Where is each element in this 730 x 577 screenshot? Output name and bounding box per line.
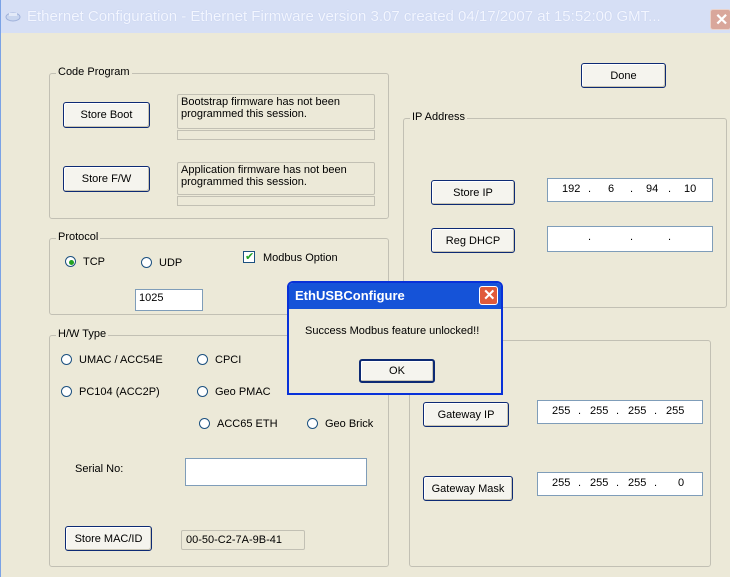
tcp-label: TCP <box>83 256 105 268</box>
hw-option-acc65-label: ACC65 ETH <box>217 418 278 430</box>
reg-dhcp-button[interactable]: Reg DHCP <box>431 228 515 253</box>
dialog-title: EthUSBConfigure <box>295 288 405 303</box>
hw-option-geo-pmac-label: Geo PMAC <box>215 386 271 398</box>
dialog-close-button[interactable]: ✕ <box>479 286 498 305</box>
ip-octet-3: 94 <box>646 183 659 195</box>
dhcp-address-field[interactable]: . . . <box>547 226 713 252</box>
gateway-mask-octet-4: 0 <box>678 477 685 489</box>
modbus-option-label: Modbus Option <box>263 252 338 264</box>
hw-option-acc65-radio[interactable] <box>199 418 210 429</box>
dhcp-dot-1: . <box>588 231 592 243</box>
gateway-mask-octet-2: 255 <box>590 477 609 489</box>
ip-octet-4: 10 <box>684 183 697 195</box>
hw-option-cpci-label: CPCI <box>215 354 242 366</box>
close-button[interactable]: ✕ <box>710 9 730 30</box>
ip-octet-1: 192 <box>562 183 581 195</box>
ip-address-legend: IP Address <box>410 111 467 123</box>
protocol-legend: Protocol <box>56 231 101 243</box>
ip-address-field[interactable]: 192 . 6 . 94 . 10 <box>547 178 713 202</box>
dialog-message: Success Modbus feature unlocked!! <box>305 325 480 337</box>
fw-status-message: Application firmware has not been progra… <box>177 162 375 195</box>
udp-label: UDP <box>159 257 183 269</box>
dhcp-dot-2: . <box>630 231 634 243</box>
serial-no-label: Serial No: <box>75 463 124 475</box>
gateway-ip-octet-2: 255 <box>590 405 609 417</box>
title-bar[interactable]: Ethernet Configuration - Ethernet Firmwa… <box>1 0 730 33</box>
hw-option-umac-label: UMAC / ACC54E <box>79 354 163 366</box>
gateway-mask-button[interactable]: Gateway Mask <box>423 476 513 501</box>
hw-option-geo-brick-radio[interactable] <box>307 418 318 429</box>
dialog-ok-button[interactable]: OK <box>359 359 435 383</box>
dhcp-dot-3: . <box>668 231 672 243</box>
tcp-radio[interactable] <box>65 256 76 267</box>
hw-option-pc104-label: PC104 (ACC2P) <box>79 386 160 398</box>
udp-radio[interactable] <box>141 257 152 268</box>
close-icon: ✕ <box>483 287 496 304</box>
code-program-legend: Code Program <box>56 66 132 78</box>
hw-option-geo-pmac-radio[interactable] <box>197 386 208 397</box>
gateway-mask-field[interactable]: 255 . 255 . 255 . 0 <box>537 472 703 496</box>
modbus-option-checkbox[interactable] <box>243 250 255 263</box>
hw-option-pc104-radio[interactable] <box>61 386 72 397</box>
dialog-title-bar[interactable]: EthUSBConfigure ✕ <box>289 283 501 309</box>
ethernet-configuration-window: Ethernet Configuration - Ethernet Firmwa… <box>0 0 730 577</box>
store-fw-button[interactable]: Store F/W <box>63 166 150 192</box>
gateway-ip-button[interactable]: Gateway IP <box>423 402 509 427</box>
boot-status-message: Bootstrap firmware has not been programm… <box>177 94 375 129</box>
ethusbconfigure-dialog: EthUSBConfigure ✕ Success Modbus feature… <box>287 281 503 395</box>
hw-option-umac-radio[interactable] <box>61 354 72 365</box>
boot-progress-bar <box>177 130 375 140</box>
gateway-ip-octet-1: 255 <box>552 405 571 417</box>
network-icon <box>5 12 21 22</box>
hw-option-cpci-radio[interactable] <box>197 354 208 365</box>
gateway-mask-octet-1: 255 <box>552 477 571 489</box>
ip-octet-2: 6 <box>608 183 615 195</box>
gateway-mask-octet-3: 255 <box>628 477 647 489</box>
gateway-ip-octet-3: 255 <box>628 405 647 417</box>
serial-no-input[interactable] <box>185 458 367 486</box>
hw-type-legend: H/W Type <box>56 328 109 340</box>
mac-address-display: 00-50-C2-7A-9B-41 <box>181 530 305 550</box>
window-title: Ethernet Configuration - Ethernet Firmwa… <box>27 8 661 25</box>
gateway-ip-field[interactable]: 255 . 255 . 255 . 255 <box>537 400 703 424</box>
ip-address-group: IP Address <box>403 111 727 308</box>
gateway-ip-octet-4: 255 <box>666 405 685 417</box>
hw-option-geo-brick-label: Geo Brick <box>325 418 374 430</box>
store-ip-button[interactable]: Store IP <box>431 180 515 205</box>
port-input[interactable]: 1025 <box>135 289 203 311</box>
fw-progress-bar <box>177 196 375 206</box>
store-boot-button[interactable]: Store Boot <box>63 102 150 128</box>
store-mac-id-button[interactable]: Store MAC/ID <box>65 526 152 551</box>
done-button[interactable]: Done <box>581 63 666 88</box>
close-icon: ✕ <box>715 12 729 29</box>
